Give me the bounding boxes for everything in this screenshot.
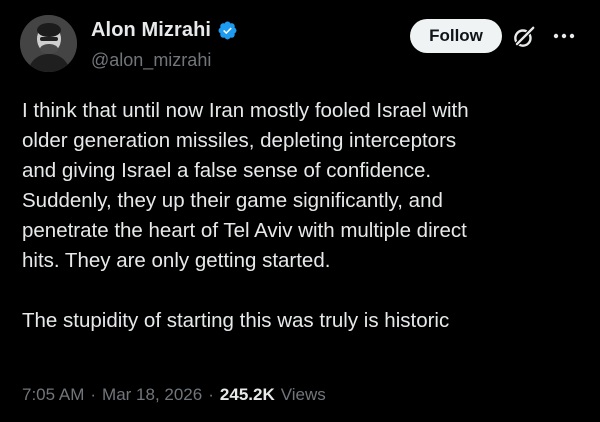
follow-button[interactable]: Follow	[410, 19, 502, 53]
post-meta: 7:05 AM · Mar 18, 2026 · 245.2K Views	[22, 385, 326, 405]
verified-badge-icon	[218, 21, 237, 40]
grok-icon[interactable]	[511, 24, 537, 50]
more-horizontal-icon[interactable]	[552, 26, 576, 46]
views-label: Views	[280, 385, 326, 404]
avatar[interactable]	[20, 15, 77, 72]
post-paragraph: The stupidity of starting this was truly…	[22, 309, 450, 332]
post-paragraph: I think that until now Iran mostly foole…	[22, 99, 469, 272]
post-time[interactable]: 7:05 AM	[22, 385, 84, 405]
post-container: Alon Mizrahi @alon_mizrahi Follow I thin…	[0, 0, 600, 422]
post-date[interactable]: Mar 18, 2026	[102, 385, 202, 405]
author-name-row: Alon Mizrahi	[91, 19, 238, 42]
author-display-name[interactable]: Alon Mizrahi	[91, 19, 211, 42]
avatar-image	[20, 15, 77, 72]
meta-separator: ·	[90, 385, 97, 404]
post-text: I think that until now Iran mostly foole…	[22, 96, 588, 336]
author-handle[interactable]: @alon_mizrahi	[91, 50, 211, 71]
meta-separator: ·	[208, 385, 214, 404]
views-count: 245.2K	[219, 385, 275, 404]
